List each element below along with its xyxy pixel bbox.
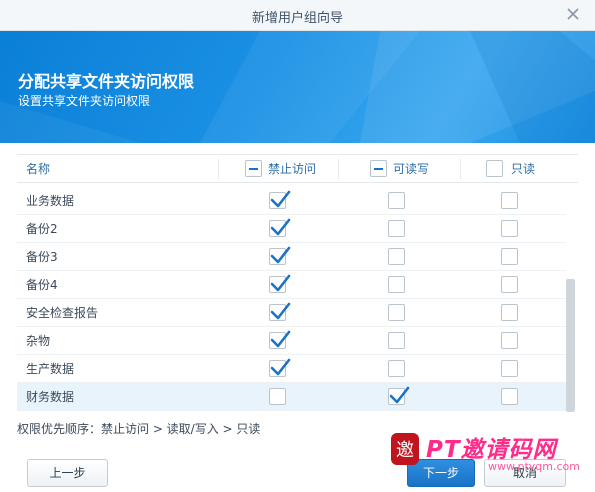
- header-readwrite-checkbox[interactable]: [370, 160, 387, 177]
- column-deny-header: 禁止访问: [268, 162, 317, 176]
- window-title: 新增用户组向导: [251, 11, 343, 26]
- folder-name: 备份2: [26, 222, 58, 236]
- readwrite-checkbox[interactable]: [388, 220, 405, 237]
- readonly-checkbox[interactable]: [501, 220, 518, 237]
- folder-name: 财务数据: [26, 390, 75, 404]
- permissions-grid: 名称 禁止访问 可读写 只读 业务数据备份2 备份3 备份4 安全检查报告 杂物生产数据…: [17, 154, 578, 412]
- readwrite-checkbox[interactable]: [388, 332, 405, 349]
- readonly-checkbox[interactable]: [501, 248, 518, 265]
- table-row[interactable]: 生产数据: [17, 355, 566, 383]
- check-icon: [270, 246, 291, 264]
- folder-name: 杂物: [26, 334, 51, 348]
- next-button[interactable]: 下一步: [407, 459, 475, 487]
- table-row[interactable]: 备份3: [17, 243, 566, 271]
- check-icon: [270, 330, 291, 348]
- folder-name: 备份4: [26, 278, 58, 292]
- grid-header: 名称 禁止访问 可读写 只读: [17, 155, 578, 183]
- readwrite-checkbox[interactable]: [388, 304, 405, 321]
- wizard-banner: 分配共享文件夹访问权限 设置共享文件夹访问权限: [0, 31, 595, 143]
- header-deny-checkbox[interactable]: [245, 160, 262, 177]
- cancel-button[interactable]: 取消: [484, 459, 566, 487]
- column-separator: [338, 159, 339, 179]
- folder-name: 业务数据: [26, 194, 75, 208]
- prev-button[interactable]: 上一步: [27, 459, 108, 487]
- close-icon[interactable]: [565, 6, 581, 22]
- partial-icon: [249, 168, 258, 170]
- table-row[interactable]: 安全检查报告: [17, 299, 566, 327]
- deny-checkbox[interactable]: [269, 218, 291, 237]
- deny-checkbox[interactable]: [269, 274, 291, 293]
- column-separator: [460, 159, 461, 179]
- check-icon: [270, 190, 291, 208]
- readwrite-checkbox[interactable]: [388, 192, 405, 209]
- readwrite-checkbox[interactable]: [388, 248, 405, 265]
- check-icon: [270, 274, 291, 292]
- column-separator: [218, 159, 219, 179]
- deny-checkbox[interactable]: [269, 388, 286, 405]
- table-row[interactable]: 备份4: [17, 271, 566, 299]
- banner-heading: 分配共享文件夹访问权限: [18, 72, 195, 91]
- deny-checkbox[interactable]: [269, 302, 291, 321]
- banner-subheading: 设置共享文件夹访问权限: [18, 94, 151, 108]
- readonly-checkbox[interactable]: [501, 360, 518, 377]
- header-readonly-checkbox[interactable]: [486, 160, 503, 177]
- partial-icon: [374, 168, 383, 170]
- readonly-checkbox[interactable]: [501, 276, 518, 293]
- table-row[interactable]: 备份2: [17, 215, 566, 243]
- readwrite-checkbox[interactable]: [388, 386, 410, 405]
- column-readonly-header: 只读: [511, 162, 536, 176]
- deny-checkbox[interactable]: [269, 190, 291, 209]
- check-icon: [270, 358, 291, 376]
- readonly-checkbox[interactable]: [501, 332, 518, 349]
- check-icon: [389, 386, 410, 404]
- deny-checkbox[interactable]: [269, 246, 291, 265]
- readonly-checkbox[interactable]: [501, 304, 518, 321]
- folder-name: 安全检查报告: [26, 306, 99, 320]
- table-row[interactable]: 杂物: [17, 327, 566, 355]
- table-row[interactable]: 财务数据: [17, 383, 566, 411]
- readwrite-checkbox[interactable]: [388, 276, 405, 293]
- column-name-header[interactable]: 名称: [26, 155, 50, 183]
- permission-priority-note: 权限优先顺序：禁止访问 > 读取/写入 > 只读: [17, 422, 261, 436]
- folder-name: 备份3: [26, 250, 58, 264]
- deny-checkbox[interactable]: [269, 330, 291, 349]
- check-icon: [270, 302, 291, 320]
- column-readwrite-header: 可读写: [393, 162, 430, 176]
- title-bar: 新增用户组向导: [0, 0, 595, 31]
- readwrite-checkbox[interactable]: [388, 360, 405, 377]
- readonly-checkbox[interactable]: [501, 192, 518, 209]
- folder-name: 生产数据: [26, 362, 75, 376]
- table-row[interactable]: 业务数据: [17, 187, 566, 215]
- check-icon: [270, 218, 291, 236]
- deny-checkbox[interactable]: [269, 358, 291, 377]
- svg-text:邀: 邀: [396, 440, 414, 461]
- readonly-checkbox[interactable]: [501, 388, 518, 405]
- grid-scrollbar[interactable]: [566, 279, 575, 412]
